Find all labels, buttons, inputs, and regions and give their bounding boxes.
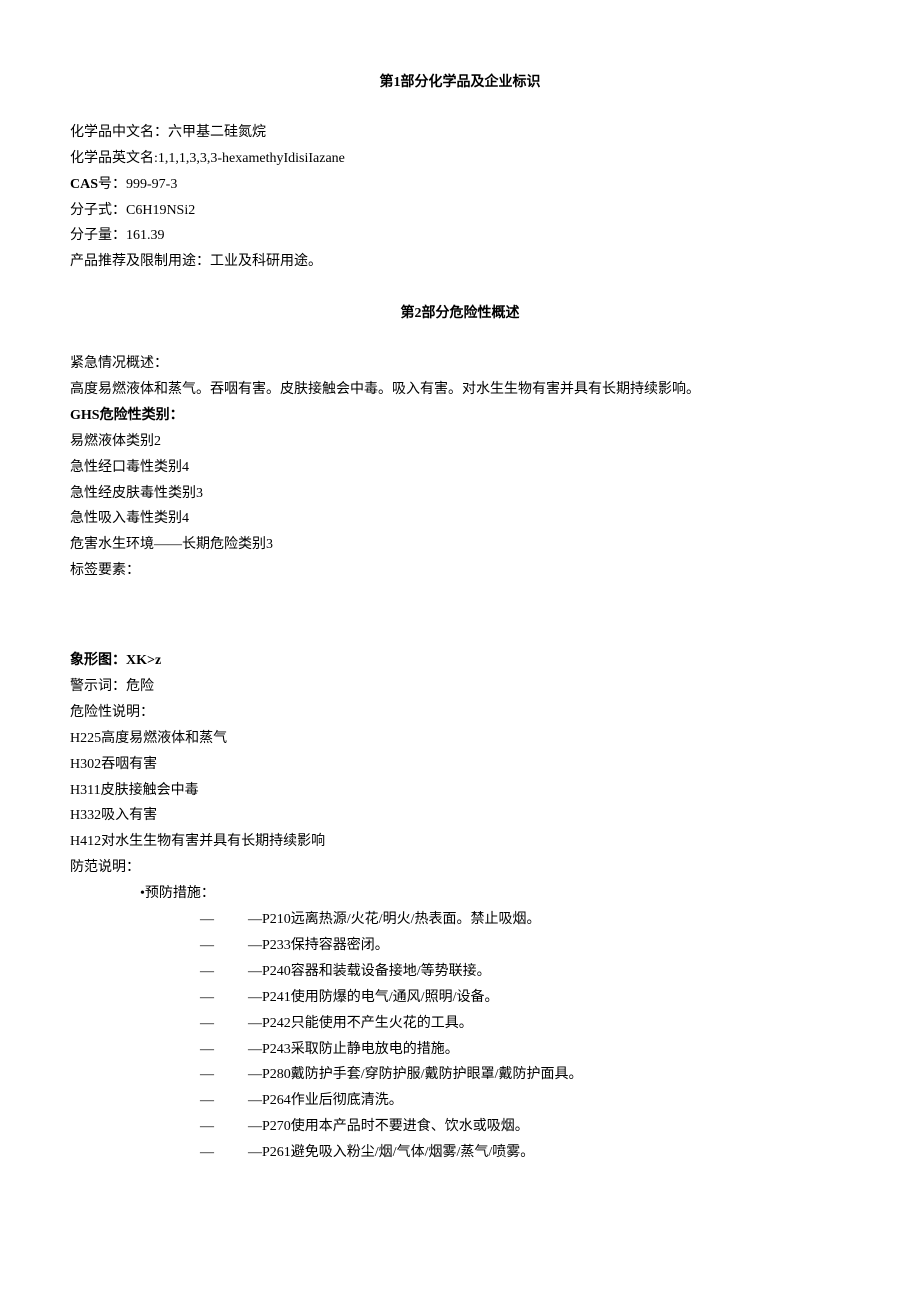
precaution-item: — —P242只能使用不产生火花的工具。 [200, 1011, 850, 1037]
ghs-label-prefix: GHS [70, 408, 100, 423]
label-elements: 标签要素： [70, 558, 850, 584]
en-name-line: 化学品英文名:1,1,1,3,3,3-hexamethyIdisiIazane [70, 146, 850, 172]
use-value: 工业及科研用途。 [210, 254, 322, 269]
precaution-text: —P243采取防止静电放电的措施。 [248, 1037, 459, 1063]
ghs-label-suffix: 危险性类别： [100, 408, 184, 423]
precaution-item: — —P264作业后彻底清洗。 [200, 1088, 850, 1114]
section-2-prefix: 第 [401, 306, 415, 321]
precaution-text: —P233保持容器密闭。 [248, 933, 389, 959]
precaution-text: —P264作业后彻底清洗。 [248, 1088, 403, 1114]
use-line: 产品推荐及限制用途：工业及科研用途。 [70, 249, 850, 275]
dash-icon: — [200, 907, 214, 933]
section-2-num: 2 [415, 306, 422, 321]
precaution-item: — —P241使用防爆的电气/通风/照明/设备。 [200, 985, 850, 1011]
section-1-body: 化学品中文名：六甲基二硅氮烷 化学品英文名:1,1,1,3,3,3-hexame… [70, 120, 850, 275]
en-name-value: 1,1,1,3,3,3-hexamethyIdisiIazane [158, 151, 345, 166]
dash-icon: — [200, 1037, 214, 1063]
ghs-cat-3: 急性吸入毒性类别4 [70, 506, 850, 532]
cas-line: CAS号：999-97-3 [70, 172, 850, 198]
precaution-text: —P240容器和装载设备接地/等势联接。 [248, 959, 491, 985]
prevention-header: •预防措施： [140, 881, 850, 907]
hazard-0: H225高度易燃液体和蒸气 [70, 726, 850, 752]
signal-value: 危险 [126, 679, 154, 694]
ghs-cat-0: 易燃液体类别2 [70, 429, 850, 455]
formula-value: C6H19NSi2 [126, 203, 195, 218]
precaution-text: —P242只能使用不产生火花的工具。 [248, 1011, 473, 1037]
section-2-body: 紧急情况概述： 高度易燃液体和蒸气。吞咽有害。皮肤接触会中毒。吸入有害。对水生生… [70, 351, 850, 1166]
precaution-text: —P261避免吸入粉尘/烟/气体/烟雾/蒸气/喷雾。 [248, 1140, 534, 1166]
precaution-text: —P210远离热源/火花/明火/热表面。禁止吸烟。 [248, 907, 540, 933]
dash-icon: — [200, 1114, 214, 1140]
en-name-label: 化学品英文名: [70, 151, 158, 166]
mw-label: 分子量： [70, 228, 126, 243]
ghs-label: GHS危险性类别： [70, 403, 850, 429]
signal-line: 警示词：危险 [70, 674, 850, 700]
dash-icon: — [200, 1088, 214, 1114]
precaution-item: — —P270使用本产品时不要进食、饮水或吸烟。 [200, 1114, 850, 1140]
hazard-3: H332吸入有害 [70, 803, 850, 829]
precaution-item: — —P280戴防护手套/穿防护服/戴防护眼罩/戴防护面具。 [200, 1062, 850, 1088]
cn-name-line: 化学品中文名：六甲基二硅氮烷 [70, 120, 850, 146]
pictogram-placeholder [70, 584, 850, 648]
section-1-title: 第1部分化学品及企业标识 [70, 70, 850, 96]
use-label: 产品推荐及限制用途： [70, 254, 210, 269]
precaution-item: — —P233保持容器密闭。 [200, 933, 850, 959]
cas-value: 999-97-3 [126, 177, 177, 192]
ghs-cat-1: 急性经口毒性类别4 [70, 455, 850, 481]
signal-label: 警示词： [70, 679, 126, 694]
section-1-prefix: 第 [380, 75, 394, 90]
mw-line: 分子量：161.39 [70, 223, 850, 249]
precaution-item: — —P261避免吸入粉尘/烟/气体/烟雾/蒸气/喷雾。 [200, 1140, 850, 1166]
dash-icon: — [200, 985, 214, 1011]
precaution-label: 防范说明： [70, 855, 850, 881]
pictogram-label: 象形图： [70, 653, 126, 668]
pictogram-line: 象形图：XK>z [70, 648, 850, 674]
cn-name-label: 化学品中文名： [70, 125, 168, 140]
precaution-text: —P280戴防护手套/穿防护服/戴防护眼罩/戴防护面具。 [248, 1062, 582, 1088]
section-2-title: 第2部分危险性概述 [70, 301, 850, 327]
precaution-item: — —P243采取防止静电放电的措施。 [200, 1037, 850, 1063]
emergency-text: 高度易燃液体和蒸气。吞咽有害。皮肤接触会中毒。吸入有害。对水生生物有害并具有长期… [70, 377, 850, 403]
precaution-text: —P241使用防爆的电气/通风/照明/设备。 [248, 985, 498, 1011]
section-1-suffix: 部分化学品及企业标识 [401, 75, 541, 90]
section-2-suffix: 部分危险性概述 [422, 306, 520, 321]
ghs-cat-2: 急性经皮肤毒性类别3 [70, 481, 850, 507]
precaution-item: — —P210远离热源/火花/明火/热表面。禁止吸烟。 [200, 907, 850, 933]
section-1-num: 1 [394, 75, 401, 90]
dash-icon: — [200, 933, 214, 959]
emergency-label: 紧急情况概述： [70, 351, 850, 377]
hazard-2: H311皮肤接触会中毒 [70, 778, 850, 804]
dash-icon: — [200, 1011, 214, 1037]
dash-icon: — [200, 1140, 214, 1166]
cas-label: CAS [70, 177, 98, 192]
mw-value: 161.39 [126, 228, 165, 243]
ghs-cat-4: 危害水生环境——长期危险类别3 [70, 532, 850, 558]
cas-suffix: 号： [98, 177, 126, 192]
cn-name-value: 六甲基二硅氮烷 [168, 125, 266, 140]
precaution-item: — —P240容器和装载设备接地/等势联接。 [200, 959, 850, 985]
dash-icon: — [200, 959, 214, 985]
dash-icon: — [200, 1062, 214, 1088]
hazard-stmt-label: 危险性说明： [70, 700, 850, 726]
precaution-text: —P270使用本产品时不要进食、饮水或吸烟。 [248, 1114, 529, 1140]
pictogram-value: XK>z [126, 653, 161, 668]
formula-line: 分子式：C6H19NSi2 [70, 198, 850, 224]
hazard-1: H302吞咽有害 [70, 752, 850, 778]
hazard-4: H412对水生生物有害并具有长期持续影响 [70, 829, 850, 855]
formula-label: 分子式： [70, 203, 126, 218]
precaution-list: — —P210远离热源/火花/明火/热表面。禁止吸烟。 — —P233保持容器密闭。… [200, 907, 850, 1166]
